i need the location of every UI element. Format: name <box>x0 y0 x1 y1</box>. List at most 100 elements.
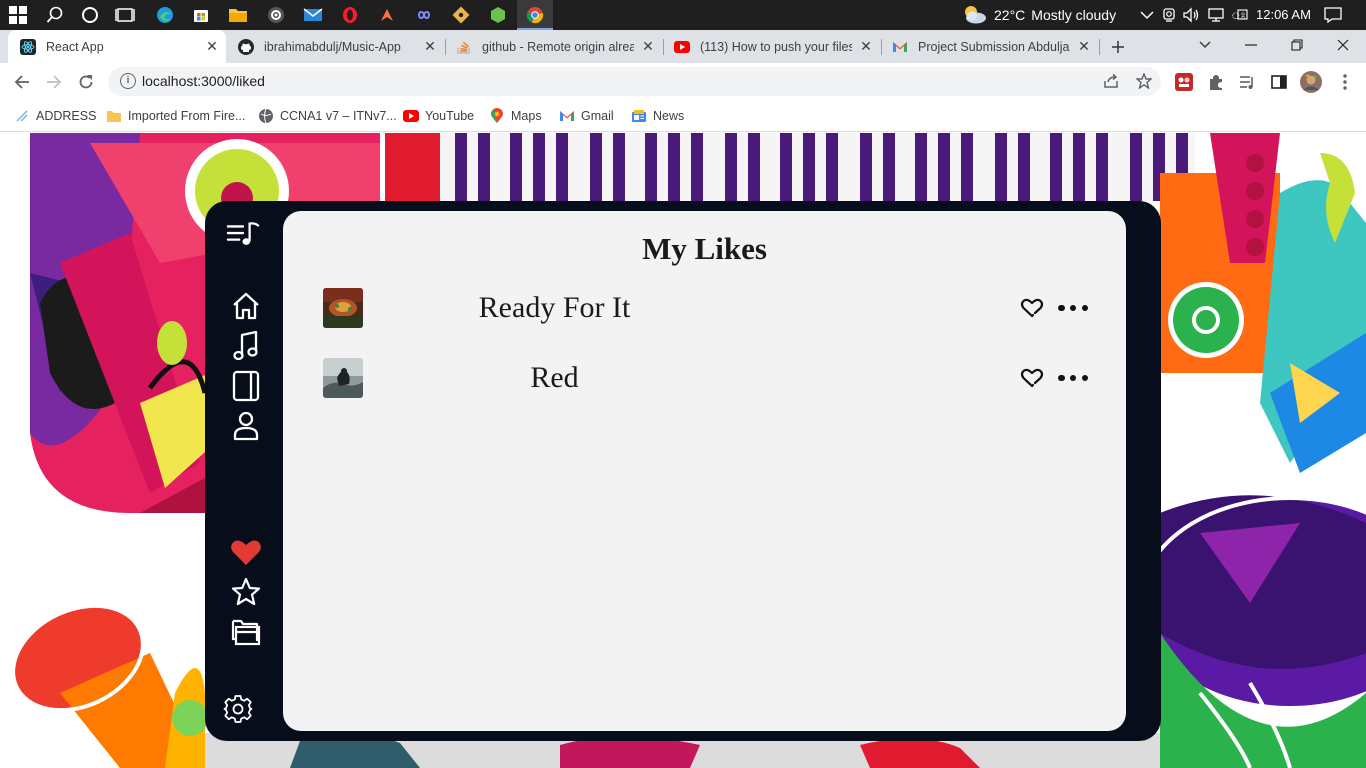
bookmark-star-icon[interactable] <box>1135 72 1153 91</box>
bookmark-news[interactable]: News <box>631 107 684 125</box>
tab-title: (113) How to push your files <box>700 39 852 54</box>
media-queue-icon[interactable] <box>1238 73 1256 91</box>
album-art-thumbnail[interactable] <box>323 358 363 398</box>
folder-icon <box>106 108 122 124</box>
bookmark-ccna[interactable]: CCNA1 v7 – ITNv7... <box>258 107 397 125</box>
new-tab-button[interactable] <box>1096 30 1140 63</box>
home-icon[interactable] <box>229 289 263 323</box>
forward-button[interactable] <box>39 67 69 97</box>
minimize-icon <box>1245 44 1257 46</box>
camera-tray-icon[interactable] <box>1158 4 1180 26</box>
close-tab-icon[interactable]: ✕ <box>422 38 438 55</box>
more-options-icon[interactable] <box>1058 366 1088 390</box>
bookmarks-bar: ADDRESS Imported From Fire... CCNA1 v7 –… <box>0 100 1366 132</box>
bookmark-label: Imported From Fire... <box>128 109 246 123</box>
chevron-up-icon[interactable] <box>1136 4 1158 26</box>
likes-panel: My Likes Ready For It Red <box>283 211 1126 731</box>
edge-icon[interactable] <box>154 4 176 26</box>
stackoverflow-favicon-icon <box>456 39 472 55</box>
close-tab-icon[interactable]: ✕ <box>1076 38 1092 55</box>
cortana-icon[interactable] <box>79 4 101 26</box>
tab-stackoverflow[interactable]: github - Remote origin alrea ✕ <box>446 30 662 63</box>
extensions-puzzle-icon[interactable] <box>1207 73 1225 91</box>
maps-pin-icon <box>489 108 505 124</box>
reload-button[interactable] <box>71 67 101 97</box>
taskbar-clock[interactable]: 12:06 AM <box>1256 0 1311 30</box>
close-icon <box>1337 39 1349 51</box>
media-app-icon[interactable] <box>265 4 287 26</box>
close-tab-icon[interactable]: ✕ <box>640 38 656 55</box>
site-info-icon[interactable]: i <box>120 73 136 89</box>
extension-app-icon[interactable] <box>1175 73 1193 91</box>
bookmark-label: Gmail <box>581 109 614 123</box>
bookmark-gmail[interactable]: Gmail <box>559 107 614 125</box>
chrome-menu-icon[interactable] <box>1336 73 1354 91</box>
tab-search-button[interactable] <box>1182 30 1228 60</box>
chevron-down-icon <box>1199 41 1211 49</box>
user-icon[interactable] <box>229 409 263 443</box>
windows-start-icon[interactable] <box>7 4 29 26</box>
network-icon[interactable] <box>1205 4 1227 26</box>
menu-music-icon[interactable] <box>226 217 260 251</box>
infinity-app-icon[interactable] <box>413 4 435 26</box>
youtube-icon <box>403 108 419 124</box>
input-language-icon[interactable]: ঃ <box>1228 4 1250 26</box>
close-window-button[interactable] <box>1320 30 1366 60</box>
weather-temperature: 22°C <box>994 7 1026 23</box>
tab-title: ibrahimabdulj/Music-App <box>264 39 401 54</box>
gmail-favicon-icon <box>892 39 908 55</box>
chrome-icon[interactable] <box>524 4 546 26</box>
task-view-icon[interactable] <box>114 4 136 26</box>
windows-taskbar: 22°C Mostly cloudy ঃ 12:06 AM <box>0 0 1366 30</box>
profile-avatar[interactable] <box>1300 71 1322 93</box>
back-button[interactable] <box>7 67 37 97</box>
like-heart-icon[interactable] <box>1020 296 1044 320</box>
tab-github-music-app[interactable]: ibrahimabdulj/Music-App ✕ <box>228 30 444 63</box>
bookmark-label: News <box>653 109 685 123</box>
close-tab-icon[interactable]: ✕ <box>204 38 220 55</box>
opera-icon[interactable] <box>339 4 361 26</box>
heart-icon[interactable] <box>229 535 263 569</box>
tab-title: github - Remote origin alrea <box>482 39 634 54</box>
mail-icon[interactable] <box>302 4 324 26</box>
address-bar[interactable]: i localhost:3000/liked <box>108 67 1161 96</box>
folder-icon[interactable] <box>229 615 263 649</box>
volume-icon[interactable] <box>1180 4 1202 26</box>
weather-widget[interactable]: 22°C Mostly cloudy <box>960 0 1116 30</box>
bookmark-imported-from-firefox[interactable]: Imported From Fire... <box>106 107 245 125</box>
notifications-icon[interactable] <box>1322 4 1344 26</box>
arrow-left-icon <box>14 75 29 89</box>
music-app-frame: My Likes Ready For It Red <box>205 201 1161 741</box>
share-icon[interactable] <box>1102 73 1120 91</box>
star-icon[interactable] <box>229 575 263 609</box>
tab-youtube-video[interactable]: (113) How to push your files ✕ <box>664 30 880 63</box>
side-panel-icon[interactable] <box>1270 73 1288 91</box>
restore-button[interactable] <box>1274 30 1320 60</box>
tab-title: React App <box>46 39 104 54</box>
git-icon[interactable] <box>450 4 472 26</box>
like-heart-icon[interactable] <box>1020 366 1044 390</box>
close-tab-icon[interactable]: ✕ <box>858 38 874 55</box>
minimize-button[interactable] <box>1228 30 1274 60</box>
page-title: My Likes <box>642 231 767 266</box>
bookmark-label: Maps <box>511 109 542 123</box>
store-icon[interactable] <box>190 4 212 26</box>
search-icon[interactable] <box>44 4 66 26</box>
bookmark-maps[interactable]: Maps <box>489 107 542 125</box>
node-icon[interactable] <box>487 4 509 26</box>
tab-gmail-project-submission[interactable]: Project Submission Abduljab ✕ <box>882 30 1098 63</box>
bookmark-youtube[interactable]: YouTube <box>403 107 474 125</box>
tab-react-app[interactable]: React App ✕ <box>8 30 226 63</box>
device-icon[interactable] <box>229 369 263 403</box>
settings-icon[interactable] <box>221 692 255 726</box>
more-options-icon[interactable] <box>1058 296 1088 320</box>
song-row[interactable]: Red <box>323 358 1088 398</box>
music-note-icon[interactable] <box>229 329 263 363</box>
file-explorer-icon[interactable] <box>227 4 249 26</box>
album-art-thumbnail[interactable] <box>323 288 363 328</box>
song-row[interactable]: Ready For It <box>323 288 1088 328</box>
app-icon-launcher[interactable] <box>376 4 398 26</box>
arrow-right-icon <box>47 75 62 89</box>
bookmark-address[interactable]: ADDRESS <box>14 107 96 125</box>
browser-tab-strip: React App ✕ ibrahimabdulj/Music-App ✕ gi… <box>0 30 1366 63</box>
